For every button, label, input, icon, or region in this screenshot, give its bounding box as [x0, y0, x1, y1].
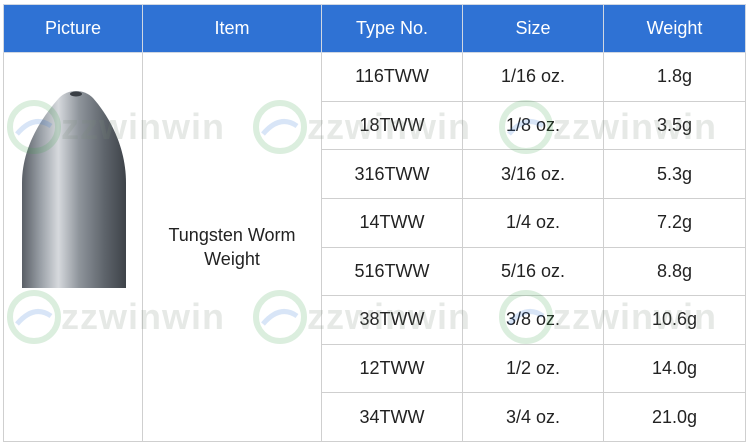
weight-cell: 1.8g — [603, 52, 746, 102]
size-cell: 1/16 oz. — [462, 52, 604, 102]
weight-cell: 5.3g — [603, 149, 746, 199]
size-cell: 3/8 oz. — [462, 295, 604, 345]
weight-cell: 14.0g — [603, 343, 746, 394]
size-cell: 3/16 oz. — [462, 149, 604, 199]
weight-cell: 8.8g — [603, 246, 746, 297]
table-header-row: Picture Item Type No. Size Weight — [3, 4, 746, 53]
weight-cell: 10.6g — [603, 295, 746, 345]
size-cell: 5/16 oz. — [462, 246, 604, 297]
header-type-no: Type No. — [321, 4, 463, 53]
type-no-cell: 14TWW — [321, 197, 463, 248]
header-picture: Picture — [3, 4, 143, 53]
spec-table: Picture Item Type No. Size Weight Tungst… — [3, 4, 746, 442]
table-row: Tungsten Worm Weight 116TWW 1/16 oz. 1.8… — [3, 52, 746, 442]
type-no-cell: 34TWW — [321, 392, 463, 442]
item-name-cell: Tungsten Worm Weight — [142, 52, 322, 442]
type-no-cell: 316TWW — [321, 149, 463, 199]
type-no-cell: 18TWW — [321, 100, 463, 151]
tungsten-worm-weight-image — [22, 91, 126, 288]
weight-cell: 21.0g — [603, 392, 746, 442]
size-cell: 1/8 oz. — [462, 100, 604, 151]
header-weight: Weight — [603, 4, 746, 53]
size-cell: 1/2 oz. — [462, 343, 604, 394]
spec-table-container: Picture Item Type No. Size Weight Tungst… — [3, 4, 746, 442]
type-no-cell: 116TWW — [321, 52, 463, 102]
header-item: Item — [142, 4, 322, 53]
type-no-cell: 12TWW — [321, 343, 463, 394]
header-size: Size — [462, 4, 604, 53]
product-picture-cell — [3, 52, 143, 442]
type-no-cell: 38TWW — [321, 295, 463, 345]
weight-cell: 3.5g — [603, 100, 746, 151]
size-cell: 1/4 oz. — [462, 197, 604, 248]
type-no-cell: 516TWW — [321, 246, 463, 297]
size-cell: 3/4 oz. — [462, 392, 604, 442]
weight-cell: 7.2g — [603, 197, 746, 248]
